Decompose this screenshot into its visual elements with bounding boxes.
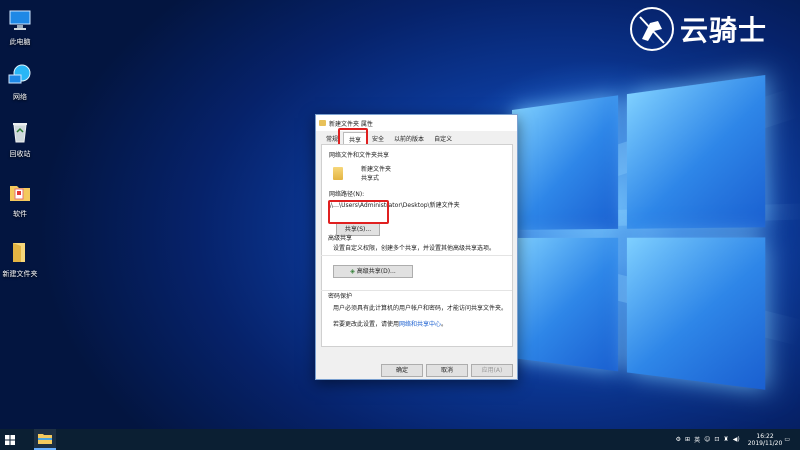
tab-security[interactable]: 安全 [367,132,389,144]
tab-previous-versions[interactable]: 以前的版本 [389,132,429,144]
settings-icon[interactable]: ⚙ [676,436,681,443]
advanced-sharing-button-label: 高级共享(D)... [356,268,396,275]
tab-customize[interactable]: 自定义 [429,132,457,144]
shield-tray-icon[interactable]: ♜ [723,436,728,443]
folder-icon [319,120,326,126]
network-icon [8,64,31,84]
volume-icon[interactable]: ◀) [733,436,740,443]
file-explorer-icon [38,434,52,444]
shield-icon: ◈ [350,268,355,275]
highlight-share-button [328,200,389,224]
ime-language-indicator[interactable]: 英 [694,435,700,444]
taskbar: ⚙ ⊞ 英 ☺ ⊡ ♜ ◀) 16:22 2019/11/20 ▭ [0,429,800,450]
network-sharing-heading: 网络文件和文件夹共享 [329,152,390,159]
watermark-text: 云骑士 [680,14,768,47]
recycle-bin-icon [13,123,27,143]
clock[interactable]: 16:22 2019/11/20 [748,433,783,447]
start-button[interactable] [0,429,20,450]
desktop-icon-network[interactable]: 网络 [0,63,40,102]
desktop-icon-software[interactable]: 软件 [0,180,40,219]
input-method-icon[interactable]: ⊞ [685,436,690,443]
network-sharing-center-link[interactable]: 网络和共享中心 [399,321,441,328]
apply-button[interactable]: 应用(A) [471,364,513,377]
advanced-sharing-button[interactable]: ◈ 高级共享(D)... [333,265,413,278]
system-tray: ⚙ ⊞ 英 ☺ ⊡ ♜ ◀) 16:22 2019/11/20 ▭ [674,429,792,450]
password-protection-heading: 密码保护 [328,293,353,300]
password-change-hint: 若要更改此设置，请使用网络和共享中心。 [333,321,448,328]
folder-icon [13,243,25,262]
advanced-sharing-description: 设置自定义权限，创建多个共享，并设置其他高级共享选项。 [333,245,496,252]
password-protection-description: 用户必须具有此计算机的用户帐户和密码，才能访问共享文件夹。 [333,305,508,312]
desktop-icon-label: 网络 [13,93,27,101]
windows-start-icon [5,434,15,445]
desktop-icon-this-pc[interactable]: 此电脑 [0,8,40,47]
clock-date: 2019/11/20 [747,439,783,447]
desktop-icon-label: 新建文件夹 [2,270,38,278]
ok-button[interactable]: 确定 [381,364,423,377]
desktop-icon-label: 软件 [13,210,27,218]
knight-logo-icon [630,7,674,51]
input-mode-icon[interactable]: ☺ [704,436,710,443]
taskbar-file-explorer[interactable] [34,429,56,450]
notification-icon[interactable]: ▭ [784,436,790,443]
properties-dialog: 新建文件夹 属性 常规 共享 安全 以前的版本 自定义 网络文件和文件夹共享 新… [315,114,518,380]
folder-name: 新建文件夹 [361,166,392,173]
desktop-icon-label: 此电脑 [9,38,31,46]
dialog-title: 新建文件夹 属性 [329,120,373,128]
network-tray-icon[interactable]: ⊡ [714,436,719,443]
desktop-icon-recycle-bin[interactable]: 回收站 [0,120,40,159]
desktop-icon-label: 回收站 [9,150,31,158]
watermark-logo: 云骑士 [630,4,767,54]
desktop-icon-new-folder[interactable]: 新建文件夹 [0,240,42,279]
share-state: 共享式 [361,175,380,182]
software-folder-icon [10,186,30,201]
computer-icon [9,10,31,30]
folder-icon [333,167,343,180]
folder-summary: 新建文件夹 共享式 [333,165,505,183]
desktop-background: 此电脑 网络 回收站 软件 新建文件夹 云骑士 新建文件夹 属性 常规 共享 安… [0,0,800,429]
windows-logo-graphic [512,74,771,406]
network-path-label: 网络路径(N): [329,191,365,198]
clock-time: 16:22 [756,432,774,440]
cancel-button[interactable]: 取消 [426,364,468,377]
advanced-sharing-heading: 高级共享 [328,235,353,242]
